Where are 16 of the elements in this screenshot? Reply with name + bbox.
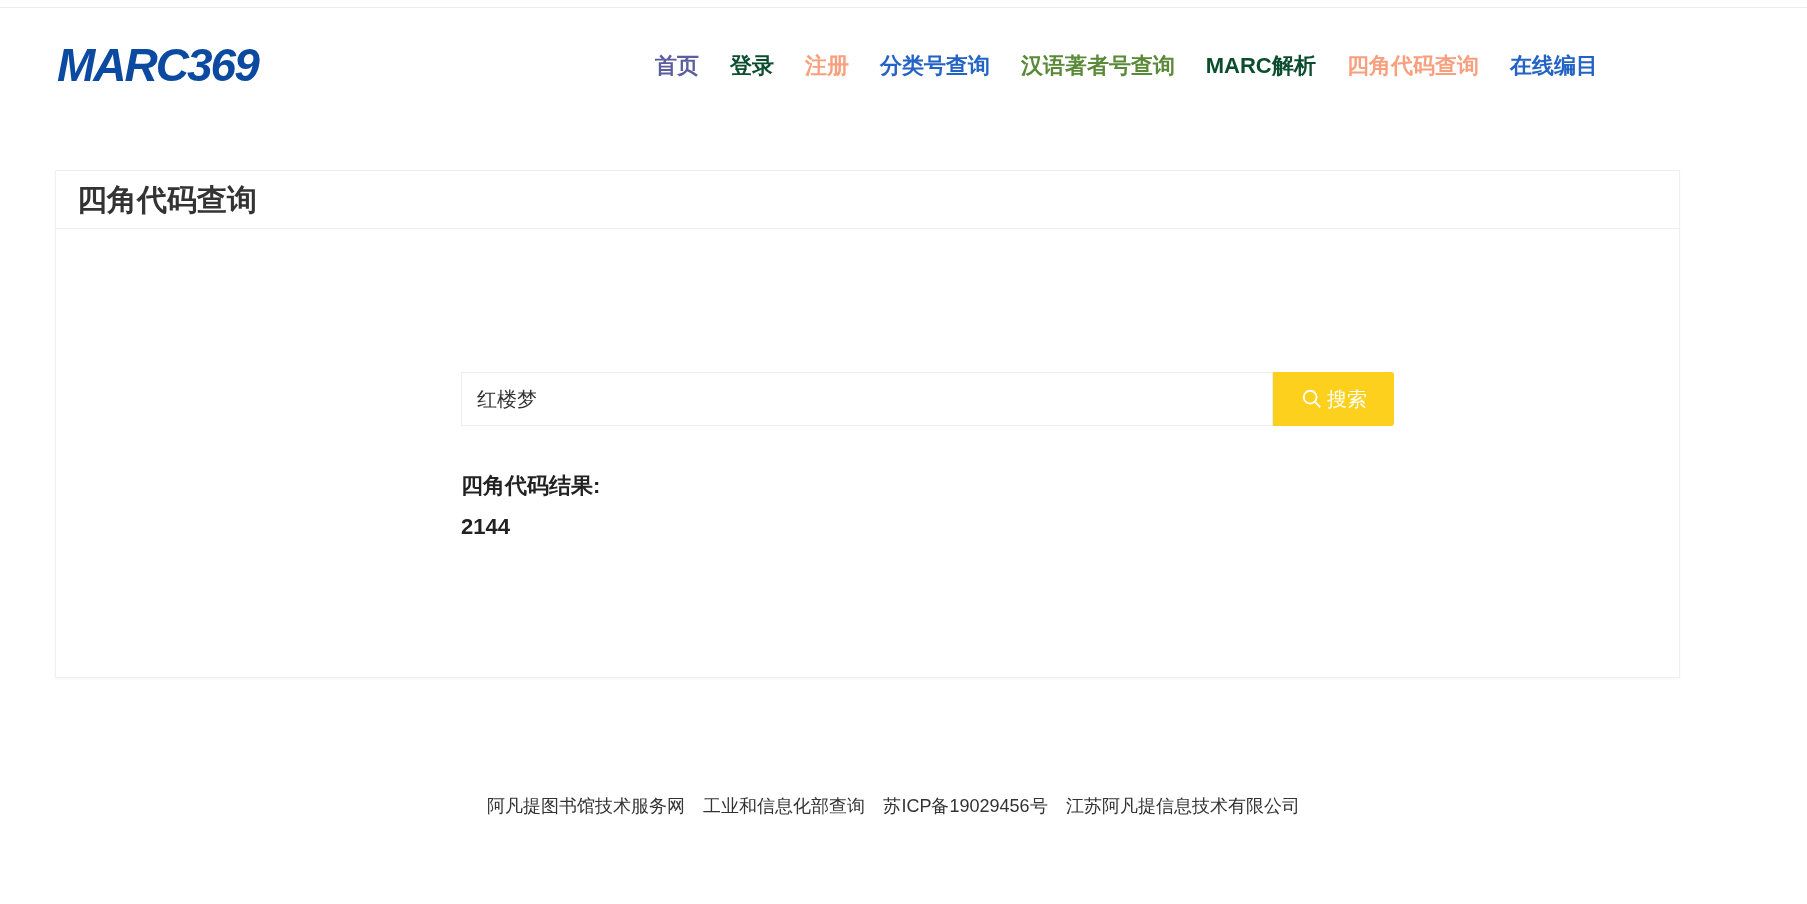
nav-link[interactable]: 登录 xyxy=(729,48,774,82)
result-value: 2144 xyxy=(461,513,510,541)
footer-link[interactable]: 苏ICP备19029456号 xyxy=(883,793,1048,820)
footer-link[interactable]: 江苏阿凡提信息技术有限公司 xyxy=(1065,793,1300,820)
nav-link[interactable]: 分类号查询 xyxy=(879,48,990,82)
nav-link[interactable]: MARC解析 xyxy=(1205,48,1316,82)
search-field[interactable]: 红楼梦 xyxy=(461,372,1273,426)
nav-link[interactable]: 汉语著者号查询 xyxy=(1020,48,1175,82)
footer-link[interactable]: 工业和信息化部查询 xyxy=(703,793,866,820)
result-label: 四角代码结果: xyxy=(461,472,601,500)
footer-link[interactable]: 阿凡提图书馆技术服务网 xyxy=(487,793,686,820)
nav-link[interactable]: 首页 xyxy=(654,48,699,82)
search-icon xyxy=(1300,388,1323,410)
card-title: 四角代码查询 xyxy=(77,182,257,218)
logo[interactable]: MARC369 xyxy=(57,42,258,88)
nav-link[interactable]: 在线编目 xyxy=(1509,48,1598,82)
